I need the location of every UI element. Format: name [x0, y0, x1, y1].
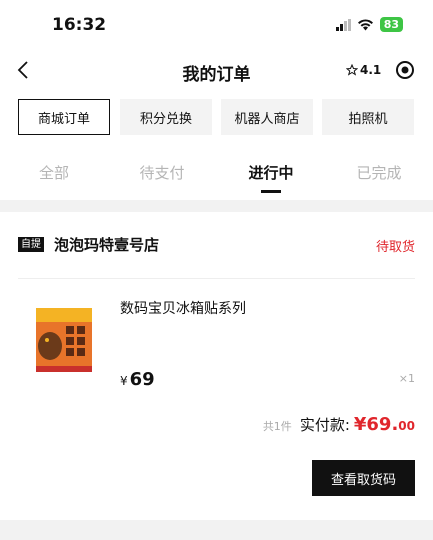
total-integer: ¥69. — [353, 414, 399, 435]
divider — [18, 278, 415, 279]
tab-pending-payment[interactable]: 待支付 — [122, 162, 202, 183]
type-tab-points[interactable]: 积分兑换 — [120, 99, 212, 135]
status-icons: 83 — [335, 17, 403, 32]
tab-all[interactable]: 全部 — [14, 162, 94, 183]
tab-in-progress[interactable]: 进行中 — [231, 162, 311, 193]
tab-completed[interactable]: 已完成 — [339, 162, 419, 183]
status-bar: 16:32 83 — [0, 0, 433, 50]
wifi-icon — [357, 19, 373, 31]
store-row: 自提 泡泡玛特壹号店 待取货 — [18, 234, 415, 258]
total-amount: ¥69.00 — [354, 414, 415, 435]
rating-value: 4.1 — [360, 63, 382, 77]
total-label: 实付款: — [299, 416, 350, 434]
signal-icon — [335, 18, 351, 31]
type-tab-mall[interactable]: 商城订单 — [18, 99, 110, 135]
target-icon[interactable] — [395, 60, 415, 80]
total-row: 共1件 实付款: ¥69.00 — [263, 414, 415, 435]
product-price: ¥69 — [120, 369, 155, 390]
nav-bar: 我的订单 4.1 — [0, 50, 433, 92]
star-icon — [346, 64, 358, 76]
order-status: 待取货 — [375, 240, 415, 255]
type-tab-robot-store[interactable]: 机器人商店 — [221, 99, 313, 135]
pickup-badge: 自提 — [18, 237, 44, 252]
order-type-tabs: 商城订单 积分兑换 机器人商店 拍照机 — [0, 92, 433, 144]
battery-indicator: 83 — [379, 17, 403, 32]
currency-symbol: ¥ — [120, 374, 128, 388]
rating-widget[interactable]: 4.1 — [346, 63, 381, 77]
product-quantity: ×1 — [398, 372, 415, 385]
status-time: 16:32 — [52, 15, 107, 35]
status-tabs: 全部 待支付 进行中 已完成 — [0, 144, 433, 200]
type-tab-photo-machine[interactable]: 拍照机 — [322, 99, 414, 135]
view-pickup-code-button[interactable]: 查看取货码 — [312, 460, 415, 496]
product-image[interactable] — [32, 304, 96, 376]
total-decimal: 00 — [398, 419, 415, 433]
store-name: 泡泡玛特壹号店 — [54, 236, 160, 254]
total-count: 共1件 — [262, 420, 292, 433]
product-name[interactable]: 数码宝贝冰箱贴系列 — [120, 298, 246, 318]
order-card[interactable]: 自提 泡泡玛特壹号店 待取货 数码宝贝冰箱贴系列 ¥69 ×1 共1件 实付款:… — [0, 212, 433, 520]
price-value: 69 — [129, 369, 155, 390]
